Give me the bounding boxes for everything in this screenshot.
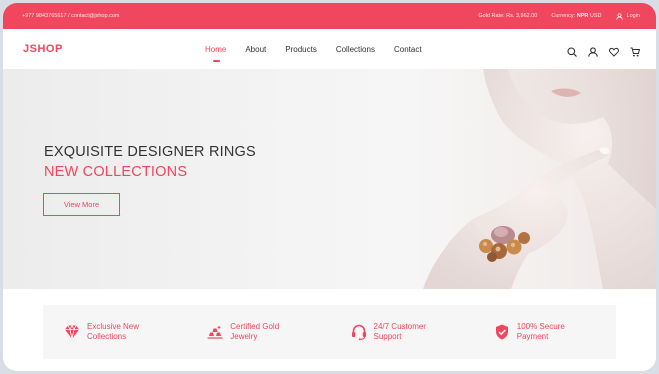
user-icon xyxy=(615,12,623,20)
cart-icon[interactable] xyxy=(630,44,641,57)
currency-label: Currency: xyxy=(551,13,576,19)
feature-text: Certified Gold Jewelry xyxy=(230,322,280,341)
feature-item: Exclusive New Collections xyxy=(43,322,186,342)
currency-switcher[interactable]: Currency: NPR USD xyxy=(551,13,601,19)
feature-item: 100% Secure Payment xyxy=(473,322,616,342)
browser-frame: +977 9843765617 / contact@jshop.com Gold… xyxy=(3,3,656,371)
view-more-button[interactable]: View More xyxy=(43,193,120,216)
main-nav: JSHOP Home About Products Collections Co… xyxy=(3,29,656,69)
feature-item: Certified Gold Jewelry xyxy=(186,322,329,342)
features-section: Exclusive New Collections Certified Gold… xyxy=(3,289,656,371)
nav-collections[interactable]: Collections xyxy=(336,45,375,54)
nav-products[interactable]: Products xyxy=(285,45,317,54)
feature-text: 24/7 Customer Support xyxy=(373,322,426,341)
shield-check-icon xyxy=(495,324,508,340)
logo[interactable]: JSHOP xyxy=(23,43,63,55)
currency-npr[interactable]: NPR xyxy=(577,13,589,19)
gold-rate: Gold Rate: Rs. 3,962.00 xyxy=(478,13,538,19)
nav-menu: Home About Products Collections Contact xyxy=(205,29,441,69)
feature-item: 24/7 Customer Support xyxy=(330,322,473,342)
feature-text: Exclusive New Collections xyxy=(87,322,140,341)
gold-bars-icon xyxy=(207,325,223,339)
hero-subtitle: NEW COLLECTIONS xyxy=(44,164,188,180)
nav-home[interactable]: Home xyxy=(205,45,226,62)
nav-contact[interactable]: Contact xyxy=(394,45,422,54)
currency-usd[interactable]: USD xyxy=(590,13,602,19)
login-link[interactable]: Login xyxy=(615,12,640,20)
contact-info: +977 9843765617 / contact@jshop.com xyxy=(22,13,120,19)
top-bar-right: Gold Rate: Rs. 3,962.00 Currency: NPR US… xyxy=(478,12,640,20)
hero-banner: EXQUISITE DESIGNER RINGS NEW COLLECTIONS… xyxy=(3,69,656,289)
features-strip: Exclusive New Collections Certified Gold… xyxy=(43,305,616,359)
diamond-icon xyxy=(65,324,79,340)
top-bar: +977 9843765617 / contact@jshop.com Gold… xyxy=(3,3,656,29)
hero-title: EXQUISITE DESIGNER RINGS xyxy=(44,144,256,160)
search-icon[interactable] xyxy=(567,44,577,57)
headset-icon xyxy=(351,324,366,341)
heart-icon[interactable] xyxy=(609,44,619,57)
login-label: Login xyxy=(626,13,640,19)
user-icon[interactable] xyxy=(588,44,598,57)
feature-text: 100% Secure Payment xyxy=(516,322,565,341)
nav-about[interactable]: About xyxy=(245,45,266,54)
nav-icons xyxy=(567,29,641,69)
